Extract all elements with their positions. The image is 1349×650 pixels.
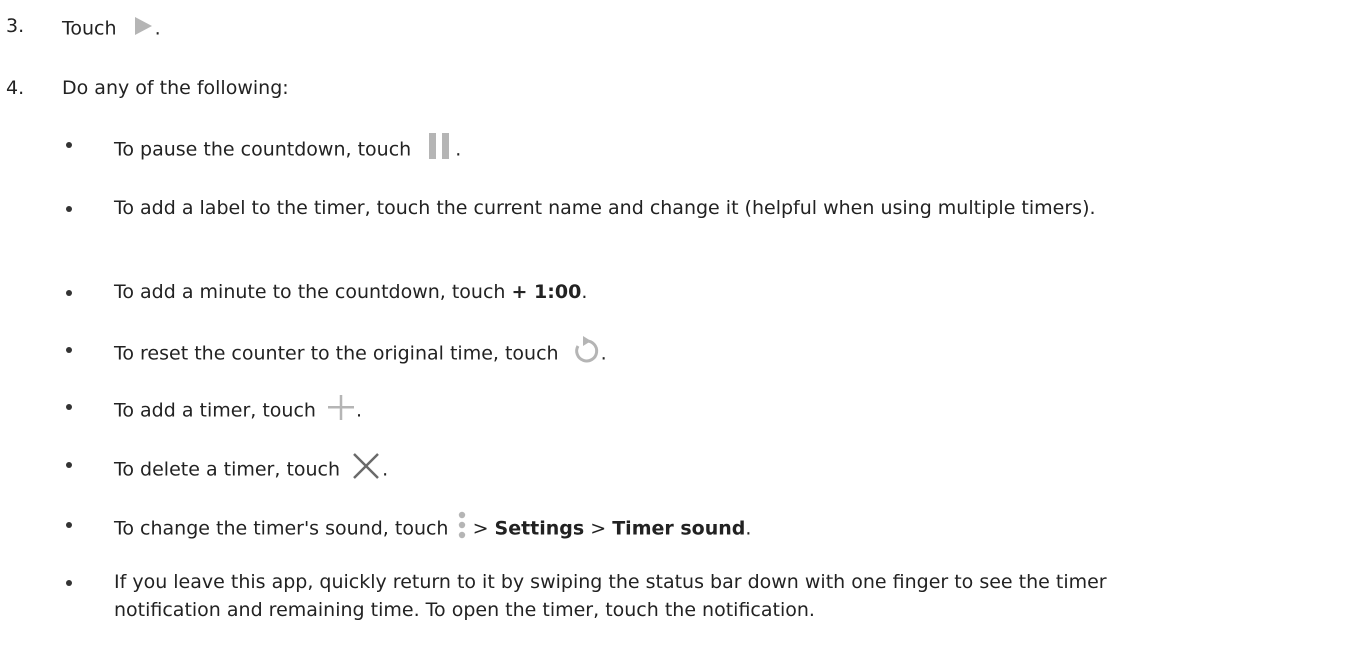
bullet-icon <box>66 462 72 468</box>
bullet-icon <box>66 206 72 212</box>
more-vert-icon <box>457 510 467 548</box>
step-text: Touch . <box>62 14 161 44</box>
bullet-icon <box>66 580 72 586</box>
bullet-icon <box>66 290 72 296</box>
pause-icon <box>425 131 455 169</box>
timer-sound-label: Timer sound <box>612 517 746 540</box>
step-text: Do any of the following: <box>62 77 289 99</box>
settings-label: Settings <box>494 517 585 540</box>
bullet-icon <box>66 404 72 410</box>
bullet-icon <box>66 347 72 353</box>
bullet-icon <box>66 142 72 148</box>
reset-icon <box>571 335 601 373</box>
step-number: 4. <box>6 77 25 99</box>
add-minute-label: + 1:00 <box>511 281 582 303</box>
plus-icon <box>326 392 356 430</box>
step-number: 3. <box>6 15 25 37</box>
play-icon <box>131 14 155 44</box>
close-icon <box>350 450 382 490</box>
bullet-icon <box>66 522 72 528</box>
